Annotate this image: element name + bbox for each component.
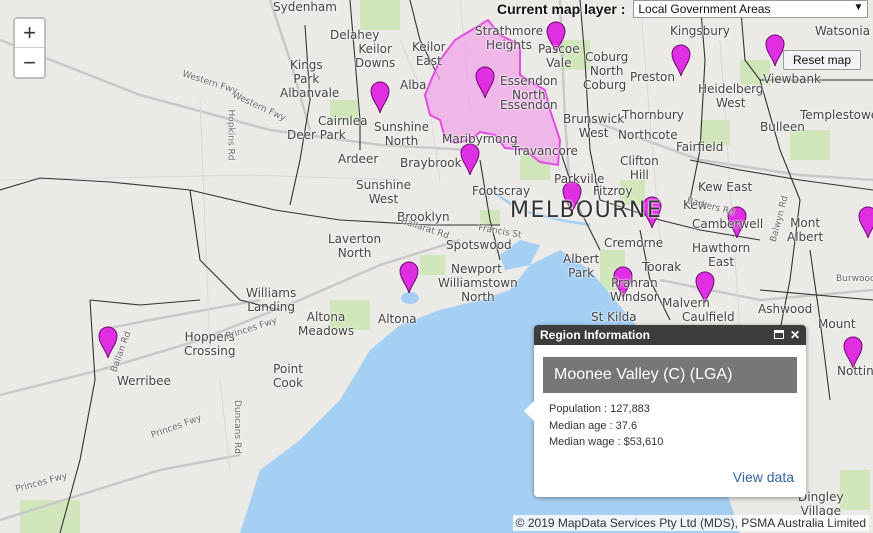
suburb-label: Kew East — [698, 180, 753, 194]
region-name: Moonee Valley (C) (LGA) — [543, 357, 797, 393]
map-attribution: © 2019 MapData Services Pty Ltd (MDS), P… — [512, 515, 869, 531]
suburb-label: Spotswood — [446, 238, 512, 252]
suburb-label: Heidelberg West — [698, 82, 764, 110]
suburb-label: Kingsbury — [670, 24, 730, 38]
suburb-label: Werribee — [117, 374, 171, 388]
suburb-label: Prahran Windsor — [610, 276, 659, 304]
suburb-label: Sunshine West — [356, 178, 412, 206]
suburb-label: Cremorne — [604, 236, 664, 250]
reset-map-button[interactable]: Reset map — [783, 50, 861, 70]
close-icon[interactable]: ✕ — [790, 329, 800, 341]
suburb-label: Clifton Hill — [620, 154, 659, 182]
suburb-label: St Kilda — [591, 310, 637, 324]
suburb-label: Cairnlea — [318, 114, 368, 128]
suburb-label: Deer Park — [287, 128, 346, 142]
suburb-label: Bulleen — [760, 120, 805, 134]
suburb-label: Brunswick West — [563, 112, 625, 140]
suburb-label: Strathmore Heights — [475, 24, 544, 52]
suburb-label: Watsonia — [815, 24, 871, 38]
suburb-label: Notting — [837, 364, 873, 378]
suburb-label: Ashwood — [758, 302, 813, 316]
stat-population: Population : 127,883 — [549, 403, 650, 415]
layer-select[interactable]: Local Government Areas ▼ — [633, 0, 869, 18]
suburb-label: Travancore — [512, 144, 578, 158]
suburb-label: Laverton North — [328, 232, 382, 260]
suburb-label: Pascoe Vale — [538, 42, 580, 70]
suburb-label: Viewbank — [763, 72, 822, 86]
zoom-control: + − — [13, 17, 46, 79]
suburb-label: Williams Landing — [246, 286, 297, 314]
view-data-link[interactable]: View data — [733, 469, 794, 485]
suburb-label: Coburg North — [585, 50, 629, 78]
suburb-label: Keilor Downs — [355, 42, 396, 70]
suburb-label: Williamstown North — [438, 276, 518, 304]
popup-header: Region Information ✕ — [534, 325, 806, 345]
layer-bar: Current map layer : Local Government Are… — [497, 0, 869, 18]
suburb-label: Sunshine North — [374, 120, 430, 148]
suburb-label: Fitzroy — [593, 184, 633, 198]
suburb-label: Maribyrnong — [442, 132, 518, 146]
suburb-label: Camberwell — [692, 217, 764, 231]
suburb-label: Mont Albert — [787, 216, 824, 244]
suburb-label: Ardeer — [338, 152, 379, 166]
region-info-popup: Region Information ✕ Moonee Valley (C) (… — [524, 325, 806, 497]
suburb-label: Kings Park — [290, 58, 323, 86]
region-stats: Population : 127,883 Median age : 37.6 M… — [534, 393, 806, 451]
suburb-label: Keilor East — [412, 40, 446, 68]
suburb-label: Thornbury — [622, 108, 684, 122]
layer-label: Current map layer : — [497, 1, 626, 17]
suburb-label: Templestowe — [800, 108, 873, 122]
maximize-icon[interactable] — [774, 330, 784, 339]
suburb-label: Sydenham — [273, 0, 337, 14]
suburb-label: Alba — [400, 78, 427, 92]
zoom-in-button[interactable]: + — [15, 19, 44, 48]
chevron-down-icon: ▼ — [853, 2, 864, 13]
suburb-label: Mount — [818, 317, 856, 331]
road-label: Duncans Rd — [232, 399, 243, 455]
suburb-label: Braybrook — [400, 156, 462, 170]
layer-select-value: Local Government Areas — [638, 2, 771, 16]
suburb-label: Northcote — [618, 128, 678, 142]
popup-header-title: Region Information — [540, 328, 650, 342]
suburb-label: Footscray — [472, 184, 531, 198]
suburb-label: Essendon — [500, 98, 558, 112]
suburb-label: Newport — [451, 262, 502, 276]
stat-median-wage: Median wage : $53,610 — [549, 436, 664, 448]
road-label: Hopkins Rd — [225, 109, 236, 161]
suburb-label: Preston — [630, 70, 675, 84]
road-label: Burwood Hwy — [836, 274, 873, 284]
suburb-label: Albanvale — [280, 86, 340, 100]
suburb-label: Delahey — [330, 28, 380, 42]
suburb-label: Fairfield — [676, 140, 724, 154]
suburb-label: Caulfield — [682, 310, 735, 324]
stat-median-age: Median age : 37.6 — [549, 419, 638, 432]
suburb-label: Altona — [378, 312, 417, 326]
suburb-label: MELBOURNE — [510, 198, 663, 223]
suburb-label: Point Cook — [273, 362, 304, 390]
suburb-label: Coburg — [583, 78, 627, 92]
suburb-label: Malvern — [662, 296, 710, 310]
suburb-label: Hawthorn East — [692, 241, 751, 269]
suburb-label: Albert Park — [563, 252, 600, 280]
suburb-label: Altona Meadows — [298, 310, 355, 338]
suburb-label: Toorak — [642, 260, 682, 274]
zoom-out-button[interactable]: − — [15, 48, 44, 77]
